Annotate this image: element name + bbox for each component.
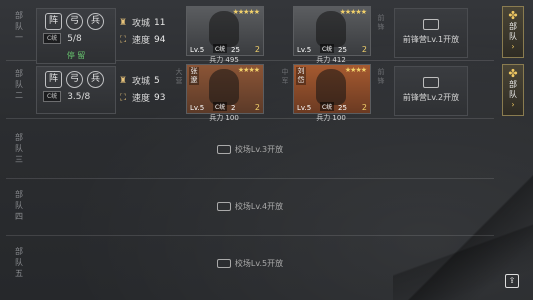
bow-icon: 弓: [66, 13, 83, 30]
cost-badge: C统: [43, 33, 62, 44]
hero-card-2[interactable]: 刘 岱 ★★★★ Lv.5 C统 25 2: [293, 64, 371, 114]
lock-icon: [216, 145, 231, 154]
cost-value: 5/8: [67, 33, 82, 44]
hero-level: Lv.5: [297, 46, 312, 54]
locked-slot: 校场Lv.5开放: [6, 258, 494, 269]
hero-number: 25: [338, 46, 347, 54]
lock-icon: [216, 202, 231, 211]
speed-label: 速度: [132, 94, 151, 104]
siege-value: 11: [154, 17, 166, 28]
hero-card-1[interactable]: 张 遼 ★★★★ Lv.5 C统 2 2: [186, 64, 264, 114]
hero-level: Lv.5: [190, 46, 205, 54]
team-label: 部 队 一: [15, 11, 23, 42]
hero-portrait: [209, 69, 239, 105]
locked-slot: 校场Lv.4开放: [6, 201, 494, 212]
hero-cost-badge: C统: [213, 44, 228, 53]
speed-value: 94: [154, 34, 166, 45]
hero-level: Lv.5: [297, 104, 312, 112]
slot-label-camp: 大营: [175, 68, 183, 85]
hero-stars: ★★★★: [237, 66, 260, 74]
cost-badge: C统: [43, 91, 62, 102]
vanguard-slot[interactable]: 前锋营Lv.2开放: [394, 66, 468, 116]
team-row-2: 部 队 二 阵 弓 兵 C统 3.5/8 ♜ 攻城 5 ⛶ 速度 93 大营 张…: [6, 62, 524, 122]
vanguard-text: 前锋营Lv.1开放: [402, 35, 460, 44]
upgrade-arrow-icon: 2: [254, 103, 260, 112]
hero-name: 张 遼: [189, 67, 199, 85]
team-row-4: 部 队 四 校场Lv.4开放: [6, 179, 494, 236]
status-text: 停 留: [66, 51, 86, 60]
hero-stars: ★★★★★: [339, 8, 367, 16]
stats: ♜ 攻城 5 ⛶ 速度 93: [118, 72, 166, 106]
boot-icon: ⛶: [119, 92, 127, 103]
locked-slot: 校场Lv.3开放: [6, 144, 494, 155]
upgrade-arrow-icon: 2: [361, 45, 367, 54]
share-button[interactable]: ⇪: [505, 274, 519, 288]
team-label: 部 队 二: [15, 69, 23, 100]
team-button[interactable]: ✤ 部 队 ›: [502, 6, 524, 58]
locked-text: 校场Lv.4开放: [234, 202, 284, 211]
vanguard-slot[interactable]: 前锋营Lv.1开放: [394, 8, 468, 58]
stats: ♜ 攻城 11 ⛶ 速度 94: [118, 14, 166, 48]
hero-number: 25: [338, 104, 347, 112]
upgrade-arrow-icon: 2: [254, 45, 260, 54]
emblem-icon: ✤: [508, 67, 518, 80]
hero-number: 2: [231, 104, 236, 112]
chevron-right-icon: ›: [511, 100, 515, 109]
soldier-icon: 兵: [87, 13, 104, 30]
siege-value: 5: [154, 75, 160, 86]
formation-box[interactable]: 阵 弓 兵 C统 5/8 停 留: [36, 8, 116, 64]
vanguard-text: 前锋营Lv.2开放: [402, 93, 460, 102]
hero-level: Lv.5: [190, 104, 205, 112]
team-row-1: 部 队 一 阵 弓 兵 C统 5/8 停 留 ♜ 攻城 11 ⛶ 速度 94 ★…: [6, 4, 524, 64]
lock-icon: [423, 77, 439, 88]
formation-icon: 阵: [45, 71, 62, 88]
hero-stars: ★★★★★: [232, 8, 260, 16]
siege-label: 攻城: [132, 77, 151, 87]
hero-number: 25: [231, 46, 240, 54]
locked-text: 校场Lv.5开放: [234, 259, 284, 268]
lock-icon: [216, 259, 231, 268]
hero-cost-badge: C统: [320, 44, 335, 53]
team-row-5: 部 队 五 校场Lv.5开放: [6, 236, 494, 292]
cost-value: 3.5/8: [67, 91, 91, 102]
hero-card-1[interactable]: ★★★★★ Lv.5 C统 25 2: [186, 6, 264, 56]
hero-name: 刘 岱: [296, 67, 306, 85]
bow-icon: 弓: [66, 71, 83, 88]
team-button-label: 部 队: [509, 22, 517, 41]
fist-icon: ♜: [118, 75, 128, 86]
formation-box[interactable]: 阵 弓 兵 C统 3.5/8: [36, 66, 116, 114]
slot-label-vanguard: 前锋: [377, 68, 385, 85]
soldier-icon: 兵: [87, 71, 104, 88]
hero-portrait: [209, 11, 239, 47]
chevron-right-icon: ›: [511, 42, 515, 51]
emblem-icon: ✤: [508, 9, 518, 22]
hero-cost-badge: C统: [213, 102, 228, 111]
fist-icon: ♜: [118, 17, 128, 28]
locked-text: 校场Lv.3开放: [234, 145, 284, 154]
lock-icon: [423, 19, 439, 30]
team-button[interactable]: ✤ 部 队 ›: [502, 64, 524, 116]
hero-portrait: [316, 11, 346, 47]
siege-label: 攻城: [132, 19, 151, 29]
hero-portrait: [316, 69, 346, 105]
hero-card-2[interactable]: ★★★★★ Lv.5 C统 25 2: [293, 6, 371, 56]
boot-icon: ⛶: [119, 34, 127, 45]
speed-value: 93: [154, 92, 166, 103]
slot-label-vanguard: 前锋: [377, 14, 385, 31]
formation-icon: 阵: [45, 13, 62, 30]
slot-label-center: 中军: [281, 68, 289, 85]
hero-cost-badge: C统: [320, 102, 335, 111]
team-button-label: 部 队: [509, 80, 517, 99]
upgrade-arrow-icon: 2: [361, 103, 367, 112]
team-row-3: 部 队 三 校场Lv.3开放: [6, 122, 494, 179]
speed-label: 速度: [132, 36, 151, 46]
hero-stars: ★★★★: [344, 66, 367, 74]
